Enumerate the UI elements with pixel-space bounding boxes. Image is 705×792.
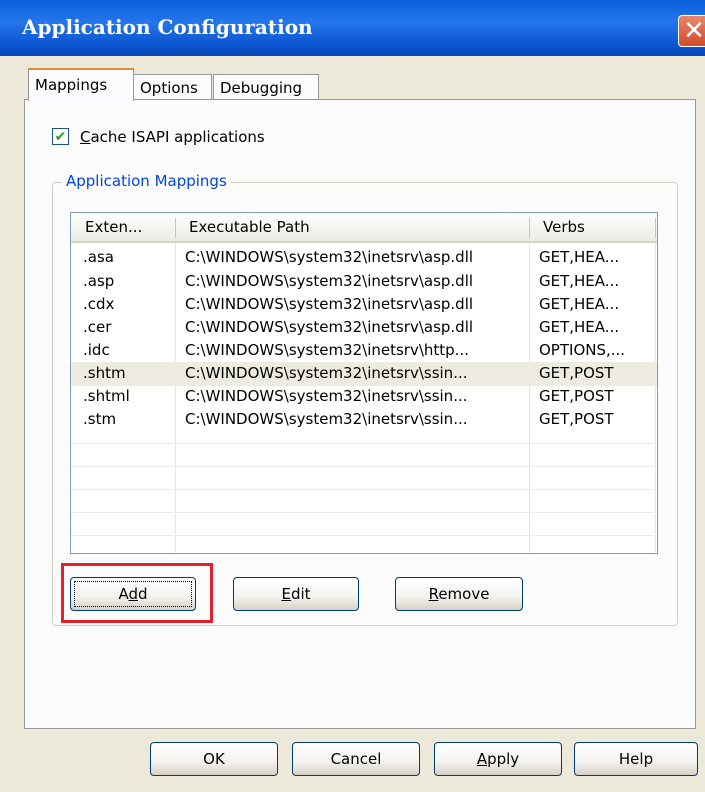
table-row[interactable]: .idc C:\WINDOWS\system32\inetsrv\http...… xyxy=(71,339,657,363)
cell-extension: .cer xyxy=(83,318,112,336)
tab-options[interactable]: Options xyxy=(133,74,212,100)
apply-button[interactable]: Apply xyxy=(434,742,562,776)
cell-verbs: GET,HEA... xyxy=(539,272,620,290)
close-icon[interactable]: ✕ xyxy=(678,15,705,47)
help-button[interactable]: Help xyxy=(574,742,698,776)
edit-button[interactable]: Edit xyxy=(233,577,359,611)
cell-verbs: GET,POST xyxy=(539,387,614,405)
cell-verbs: GET,HEA... xyxy=(539,295,620,313)
cell-executable-path: C:\WINDOWS\system32\inetsrv\asp.dll xyxy=(185,248,474,266)
cell-executable-path: C:\WINDOWS\system32\inetsrv\asp.dll xyxy=(185,272,474,290)
table-row[interactable]: .asp C:\WINDOWS\system32\inetsrv\asp.dll… xyxy=(71,270,657,294)
column-header-verbs[interactable]: Verbs xyxy=(529,213,657,241)
cache-isapi-label[interactable]: Cache ISAPI applications xyxy=(80,128,265,146)
table-row-selected[interactable]: .shtm C:\WINDOWS\system32\inetsrv\ssin..… xyxy=(71,362,657,386)
cell-extension: .asa xyxy=(83,248,114,266)
remove-button[interactable]: Remove xyxy=(395,577,523,611)
mappings-list[interactable]: Exten... Executable Path Verbs .asa C:\W… xyxy=(70,212,658,554)
table-row[interactable]: .cdx C:\WINDOWS\system32\inetsrv\asp.dll… xyxy=(71,293,657,317)
cell-executable-path: C:\WINDOWS\system32\inetsrv\ssin... xyxy=(185,410,468,428)
title-bar[interactable]: Application Configuration ✕ xyxy=(0,0,705,56)
application-configuration-dialog: Application Configuration ✕ Mappings Opt… xyxy=(0,0,705,792)
cell-executable-path: C:\WINDOWS\system32\inetsrv\asp.dll xyxy=(185,295,474,313)
cell-executable-path: C:\WINDOWS\system32\inetsrv\asp.dll xyxy=(185,318,474,336)
table-row[interactable]: .shtml C:\WINDOWS\system32\inetsrv\ssin.… xyxy=(71,385,657,409)
cell-extension: .asp xyxy=(83,272,115,290)
ok-button[interactable]: OK xyxy=(150,742,278,776)
cell-executable-path: C:\WINDOWS\system32\inetsrv\http... xyxy=(185,341,469,359)
tab-debugging[interactable]: Debugging xyxy=(213,74,319,100)
cell-verbs: GET,HEA... xyxy=(539,248,620,266)
tab-mappings[interactable]: Mappings xyxy=(28,68,134,101)
cell-extension: .shtm xyxy=(83,364,126,382)
cell-executable-path: C:\WINDOWS\system32\inetsrv\ssin... xyxy=(185,364,468,382)
window-title: Application Configuration xyxy=(22,15,313,39)
cell-verbs: GET,POST xyxy=(539,364,614,382)
table-row[interactable]: .stm C:\WINDOWS\system32\inetsrv\ssin...… xyxy=(71,408,657,432)
column-header-executable-path[interactable]: Executable Path xyxy=(175,213,529,241)
cell-verbs: OPTIONS,... xyxy=(539,341,626,359)
list-header: Exten... Executable Path Verbs xyxy=(71,213,657,243)
cell-verbs: GET,HEA... xyxy=(539,318,620,336)
cell-executable-path: C:\WINDOWS\system32\inetsrv\ssin... xyxy=(185,387,468,405)
add-button-highlight-box xyxy=(61,563,213,623)
cancel-button[interactable]: Cancel xyxy=(292,742,420,776)
table-row[interactable]: .cer C:\WINDOWS\system32\inetsrv\asp.dll… xyxy=(71,316,657,340)
cache-isapi-checkbox[interactable]: ✔ xyxy=(52,128,69,145)
group-legend: Application Mappings xyxy=(62,172,231,190)
column-header-extension[interactable]: Exten... xyxy=(71,213,175,241)
cell-extension: .stm xyxy=(83,410,117,428)
table-row[interactable]: .asa C:\WINDOWS\system32\inetsrv\asp.dll… xyxy=(71,246,657,270)
cell-verbs: GET,POST xyxy=(539,410,614,428)
cell-extension: .cdx xyxy=(83,295,115,313)
cell-extension: .shtml xyxy=(83,387,130,405)
cell-extension: .idc xyxy=(83,341,110,359)
